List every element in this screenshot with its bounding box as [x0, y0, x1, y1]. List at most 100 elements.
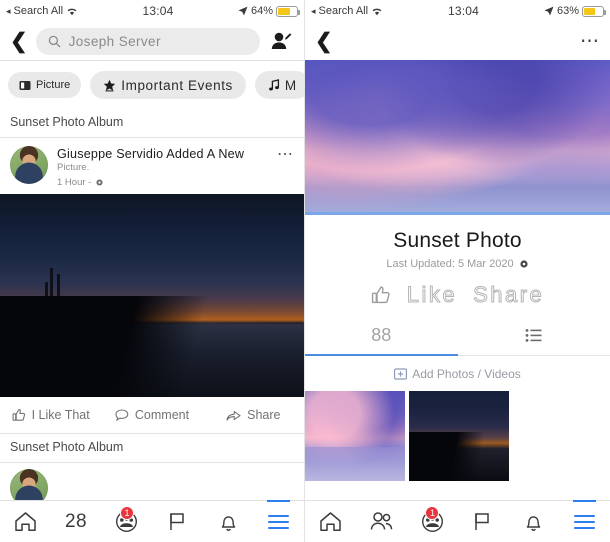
hero-photo[interactable] [305, 60, 610, 215]
list-icon [525, 328, 543, 343]
nav-home[interactable] [305, 501, 356, 542]
battery-icon [582, 5, 606, 17]
back-button[interactable]: ❮ [315, 31, 333, 52]
like-button[interactable]: Like [406, 282, 457, 308]
add-photos-videos-button[interactable]: Add Photos / Videos [305, 356, 610, 391]
wifi-icon [371, 6, 383, 16]
nav-groups[interactable]: 1 [101, 501, 152, 542]
star-icon [103, 79, 116, 92]
gear-icon[interactable] [519, 259, 529, 269]
like-button[interactable]: I Like That [0, 408, 101, 422]
status-right: 63% [544, 5, 606, 17]
nav-notifications[interactable] [508, 501, 559, 542]
nav-home[interactable] [0, 501, 51, 542]
nav-bar: ❮ ⋯ [305, 22, 610, 60]
tab-count[interactable]: 88 [305, 316, 458, 356]
thumbnail-sunset-dusk[interactable] [409, 391, 509, 481]
right-phone-panel: ◂ Search All 13:04 63% ❮ ⋯ Sunset Photo [305, 0, 610, 542]
post-meta: 1 Hour - [57, 177, 294, 188]
nav-menu[interactable] [559, 500, 610, 542]
post-author-line2: Picture. [57, 162, 90, 174]
music-note-icon [268, 78, 280, 92]
shoreline [0, 295, 304, 398]
add-photo-icon [394, 368, 408, 380]
chip-label: Picture [36, 79, 71, 91]
groups-badge: 1 [120, 506, 135, 520]
filter-chip-row: Picture Important Events M [0, 61, 304, 109]
post-time: 1 Hour - [57, 177, 92, 189]
post-menu-button[interactable]: ⋯ [277, 147, 294, 163]
tab-count-label: 88 [371, 325, 392, 345]
thumbs-up-icon [12, 408, 26, 422]
search-icon [48, 35, 61, 48]
gear-icon [95, 178, 104, 187]
hamburger-icon [268, 514, 290, 529]
nav-pages[interactable] [152, 501, 203, 542]
comment-button[interactable]: Comment [101, 408, 202, 422]
nav-friends[interactable] [356, 501, 407, 542]
photo-thumbnail-grid [305, 391, 610, 481]
status-carrier: ◂ Search All [6, 5, 78, 17]
chip-label: M [284, 77, 297, 93]
album-title: Sunset Photo Album [10, 115, 124, 129]
action-label: Share [247, 408, 281, 423]
battery-icon [276, 5, 300, 17]
more-options-button[interactable]: ⋯ [580, 32, 600, 51]
location-arrow-icon [238, 6, 248, 16]
left-phone-panel: ◂ Search All 13:04 64% ❮ Joseph Server P… [0, 0, 305, 542]
post-photo[interactable] [0, 194, 304, 398]
search-value: Joseph Server [68, 33, 161, 49]
thumbnail-sunset-sky[interactable] [305, 391, 405, 481]
detail-subtitle: Last Updated: 5 Mar 2020 [305, 253, 610, 270]
chip-music[interactable]: M [254, 71, 304, 99]
back-button[interactable]: ❮ [10, 31, 28, 52]
location-arrow-icon [544, 6, 554, 16]
detail-title: Sunset Photo [393, 229, 522, 252]
back-triangle-icon: ◂ [6, 5, 11, 16]
status-bar: ◂ Search All 13:04 64% [0, 0, 304, 22]
status-carrier: ◂ Search All [311, 5, 383, 17]
detail-action-row: Like Share [305, 270, 610, 316]
avatar[interactable] [10, 146, 48, 184]
post-action-row: I Like That Comment Share [0, 397, 304, 434]
share-icon [226, 409, 241, 422]
comment-icon [115, 409, 129, 422]
nav-notifications[interactable] [203, 501, 254, 542]
bottom-nav-bar: 28 1 [0, 500, 304, 542]
hamburger-icon [574, 514, 596, 529]
detail-tabs: 88 [305, 316, 610, 356]
bottom-nav-bar: 1 [305, 500, 610, 542]
dual-phone-screenshot: ◂ Search All 13:04 64% ❮ Joseph Server P… [0, 0, 610, 542]
tab-list[interactable] [458, 316, 610, 355]
nav-bar: ❮ Joseph Server [0, 22, 304, 60]
add-person-icon[interactable] [268, 31, 294, 51]
picture-icon [19, 80, 31, 91]
status-time: 13:04 [142, 4, 174, 18]
chip-picture[interactable]: Picture [8, 72, 82, 98]
nav-groups[interactable]: 1 [407, 501, 458, 542]
wifi-icon [66, 6, 78, 16]
status-right: 64% [238, 5, 300, 17]
carrier-label: Search All [318, 5, 369, 17]
share-button[interactable]: Share [203, 408, 304, 422]
nav-friends-count[interactable]: 28 [51, 501, 102, 542]
action-label: I Like That [31, 408, 90, 423]
add-photos-label: Add Photos / Videos [412, 367, 521, 381]
search-input[interactable]: Joseph Server [35, 27, 260, 55]
thumbs-up-icon [371, 285, 391, 305]
battery-percent: 64% [250, 5, 273, 17]
action-label: Comment [134, 408, 190, 423]
chip-important-events[interactable]: Important Events [90, 71, 246, 99]
post-header: Giuseppe Servidio Added A New Picture. 1… [0, 138, 304, 194]
share-button[interactable]: Share [473, 282, 544, 308]
battery-percent: 63% [556, 5, 579, 17]
status-time: 13:04 [448, 4, 480, 18]
nav-pages[interactable] [457, 501, 508, 542]
status-bar: ◂ Search All 13:04 63% [305, 0, 610, 22]
nav-menu[interactable] [253, 500, 304, 542]
post-author-line: Giuseppe Servidio Added A New [57, 147, 245, 161]
album-title-2: Sunset Photo Album [10, 440, 124, 455]
friends-count-label: 28 [64, 510, 88, 532]
chip-label: Important Events [121, 77, 233, 93]
back-triangle-icon: ◂ [311, 5, 316, 16]
